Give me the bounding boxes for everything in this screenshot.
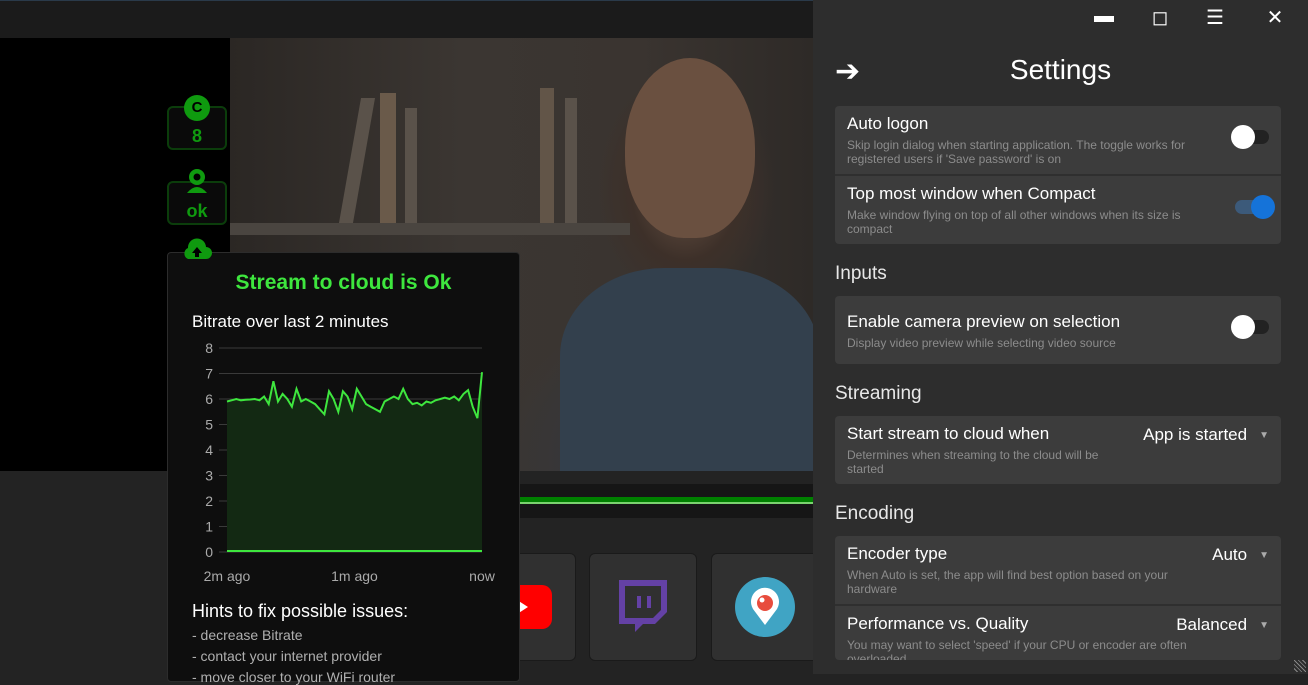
setting-desc: Skip login dialog when starting applicat… — [847, 138, 1185, 166]
hint-item: - move closer to your WiFi router — [192, 669, 396, 685]
resize-grip[interactable] — [1294, 660, 1306, 672]
twitch-tile[interactable] — [589, 553, 697, 661]
hint-item: - decrease Bitrate — [192, 627, 303, 643]
y-tick-label: 3 — [205, 468, 213, 484]
twitch-icon — [619, 580, 667, 632]
setting-title: Encoder type — [847, 544, 948, 563]
streaming-section: Start stream to cloud when Determines whe… — [835, 416, 1281, 484]
setting-title: Enable camera preview on selection — [847, 312, 1121, 331]
chevron-down-icon: ▼ — [1259, 550, 1269, 562]
hint-item: - contact your internet provider — [192, 648, 382, 664]
y-tick-label: 1 — [205, 519, 213, 535]
encoding-section: Encoder type When Auto is set, the app wi… — [835, 536, 1281, 660]
y-tick-label: 0 — [205, 544, 213, 560]
encoding-header: Encoding — [835, 503, 915, 524]
stream-level-bar — [520, 484, 813, 518]
cloud-upload-icon — [182, 238, 212, 260]
settings-title: Settings — [1009, 54, 1112, 85]
webcam-icon — [184, 167, 210, 193]
streaming-header: Streaming — [835, 383, 922, 404]
x-tick-label: now — [469, 568, 496, 584]
dropdown-value: Balanced — [1176, 615, 1248, 634]
camera-preview-toggle[interactable] — [1231, 315, 1269, 339]
dropdown-value: App is started — [1143, 425, 1248, 444]
start-stream-dropdown[interactable]: App is started ▼ — [1143, 425, 1269, 445]
minimize-button[interactable]: ▬ — [1089, 5, 1119, 28]
settings-panel: ▬ ◻ ☰ ✕ ➔ Settings Auto logon Skip login … — [813, 0, 1308, 674]
chevron-down-icon: ▼ — [1259, 430, 1269, 442]
setting-desc: When Auto is set, the app will find best… — [847, 568, 1168, 596]
camera-status: ok — [186, 201, 208, 221]
encoder-type-dropdown[interactable]: Auto ▼ — [1212, 545, 1269, 565]
stream-status-popup: Stream to cloud is Ok Bitrate over last … — [167, 252, 520, 685]
setting-auto-logon: Auto logon Skip login dialog when startin… — [835, 106, 1281, 176]
top-bar — [0, 0, 813, 38]
y-tick-label: 8 — [205, 340, 213, 356]
setting-encoder-type: Encoder type When Auto is set, the app wi… — [835, 536, 1281, 606]
inputs-header: Inputs — [835, 263, 887, 284]
inputs-section: Enable camera preview on selection Displa… — [835, 296, 1281, 364]
general-section: Auto logon Skip login dialog when startin… — [835, 106, 1281, 244]
y-tick-label: 2 — [205, 493, 213, 509]
auto-logon-toggle[interactable] — [1231, 125, 1269, 149]
setting-performance-quality: Performance vs. Quality You may want to s… — [835, 606, 1281, 660]
setting-desc: You may want to select 'speed' if your C… — [847, 638, 1187, 660]
chevron-down-icon: ▼ — [1259, 620, 1269, 632]
setting-desc: Make window flying on top of all other w… — [847, 208, 1181, 236]
hints-title: Hints to fix possible issues: — [192, 601, 409, 621]
setting-desc: Display video preview while selecting vi… — [847, 336, 1116, 350]
y-tick-label: 6 — [205, 391, 213, 407]
setting-top-most: Top most window when Compact Make window … — [835, 176, 1281, 244]
dropdown-value: Auto — [1212, 545, 1248, 564]
setting-start-stream: Start stream to cloud when Determines whe… — [835, 416, 1281, 484]
bitrate-chart: 0 1 2 3 4 5 6 7 8 2m ago 1m ago now — [204, 340, 496, 584]
setting-title: Top most window when Compact — [847, 184, 1096, 203]
y-tick-label: 4 — [205, 442, 213, 458]
y-tick-label: 7 — [205, 366, 213, 382]
x-tick-label: 1m ago — [331, 568, 378, 584]
menu-button[interactable]: ☰ — [1200, 5, 1230, 30]
setting-title: Auto logon — [847, 114, 929, 133]
x-tick-label: 2m ago — [204, 568, 251, 584]
viewer-count: 8 — [191, 126, 202, 146]
close-button[interactable]: ✕ — [1260, 5, 1290, 30]
top-most-toggle[interactable] — [1235, 195, 1275, 219]
periscope-tile[interactable] — [711, 553, 819, 661]
setting-desc: Determines when streaming to the cloud w… — [847, 448, 1099, 476]
performance-dropdown[interactable]: Balanced ▼ — [1176, 615, 1269, 635]
periscope-icon — [735, 577, 795, 637]
maximize-button[interactable]: ◻ — [1145, 5, 1175, 30]
y-tick-label: 5 — [205, 417, 213, 433]
setting-camera-preview: Enable camera preview on selection Displa… — [835, 296, 1281, 364]
c-icon: C — [184, 95, 210, 121]
